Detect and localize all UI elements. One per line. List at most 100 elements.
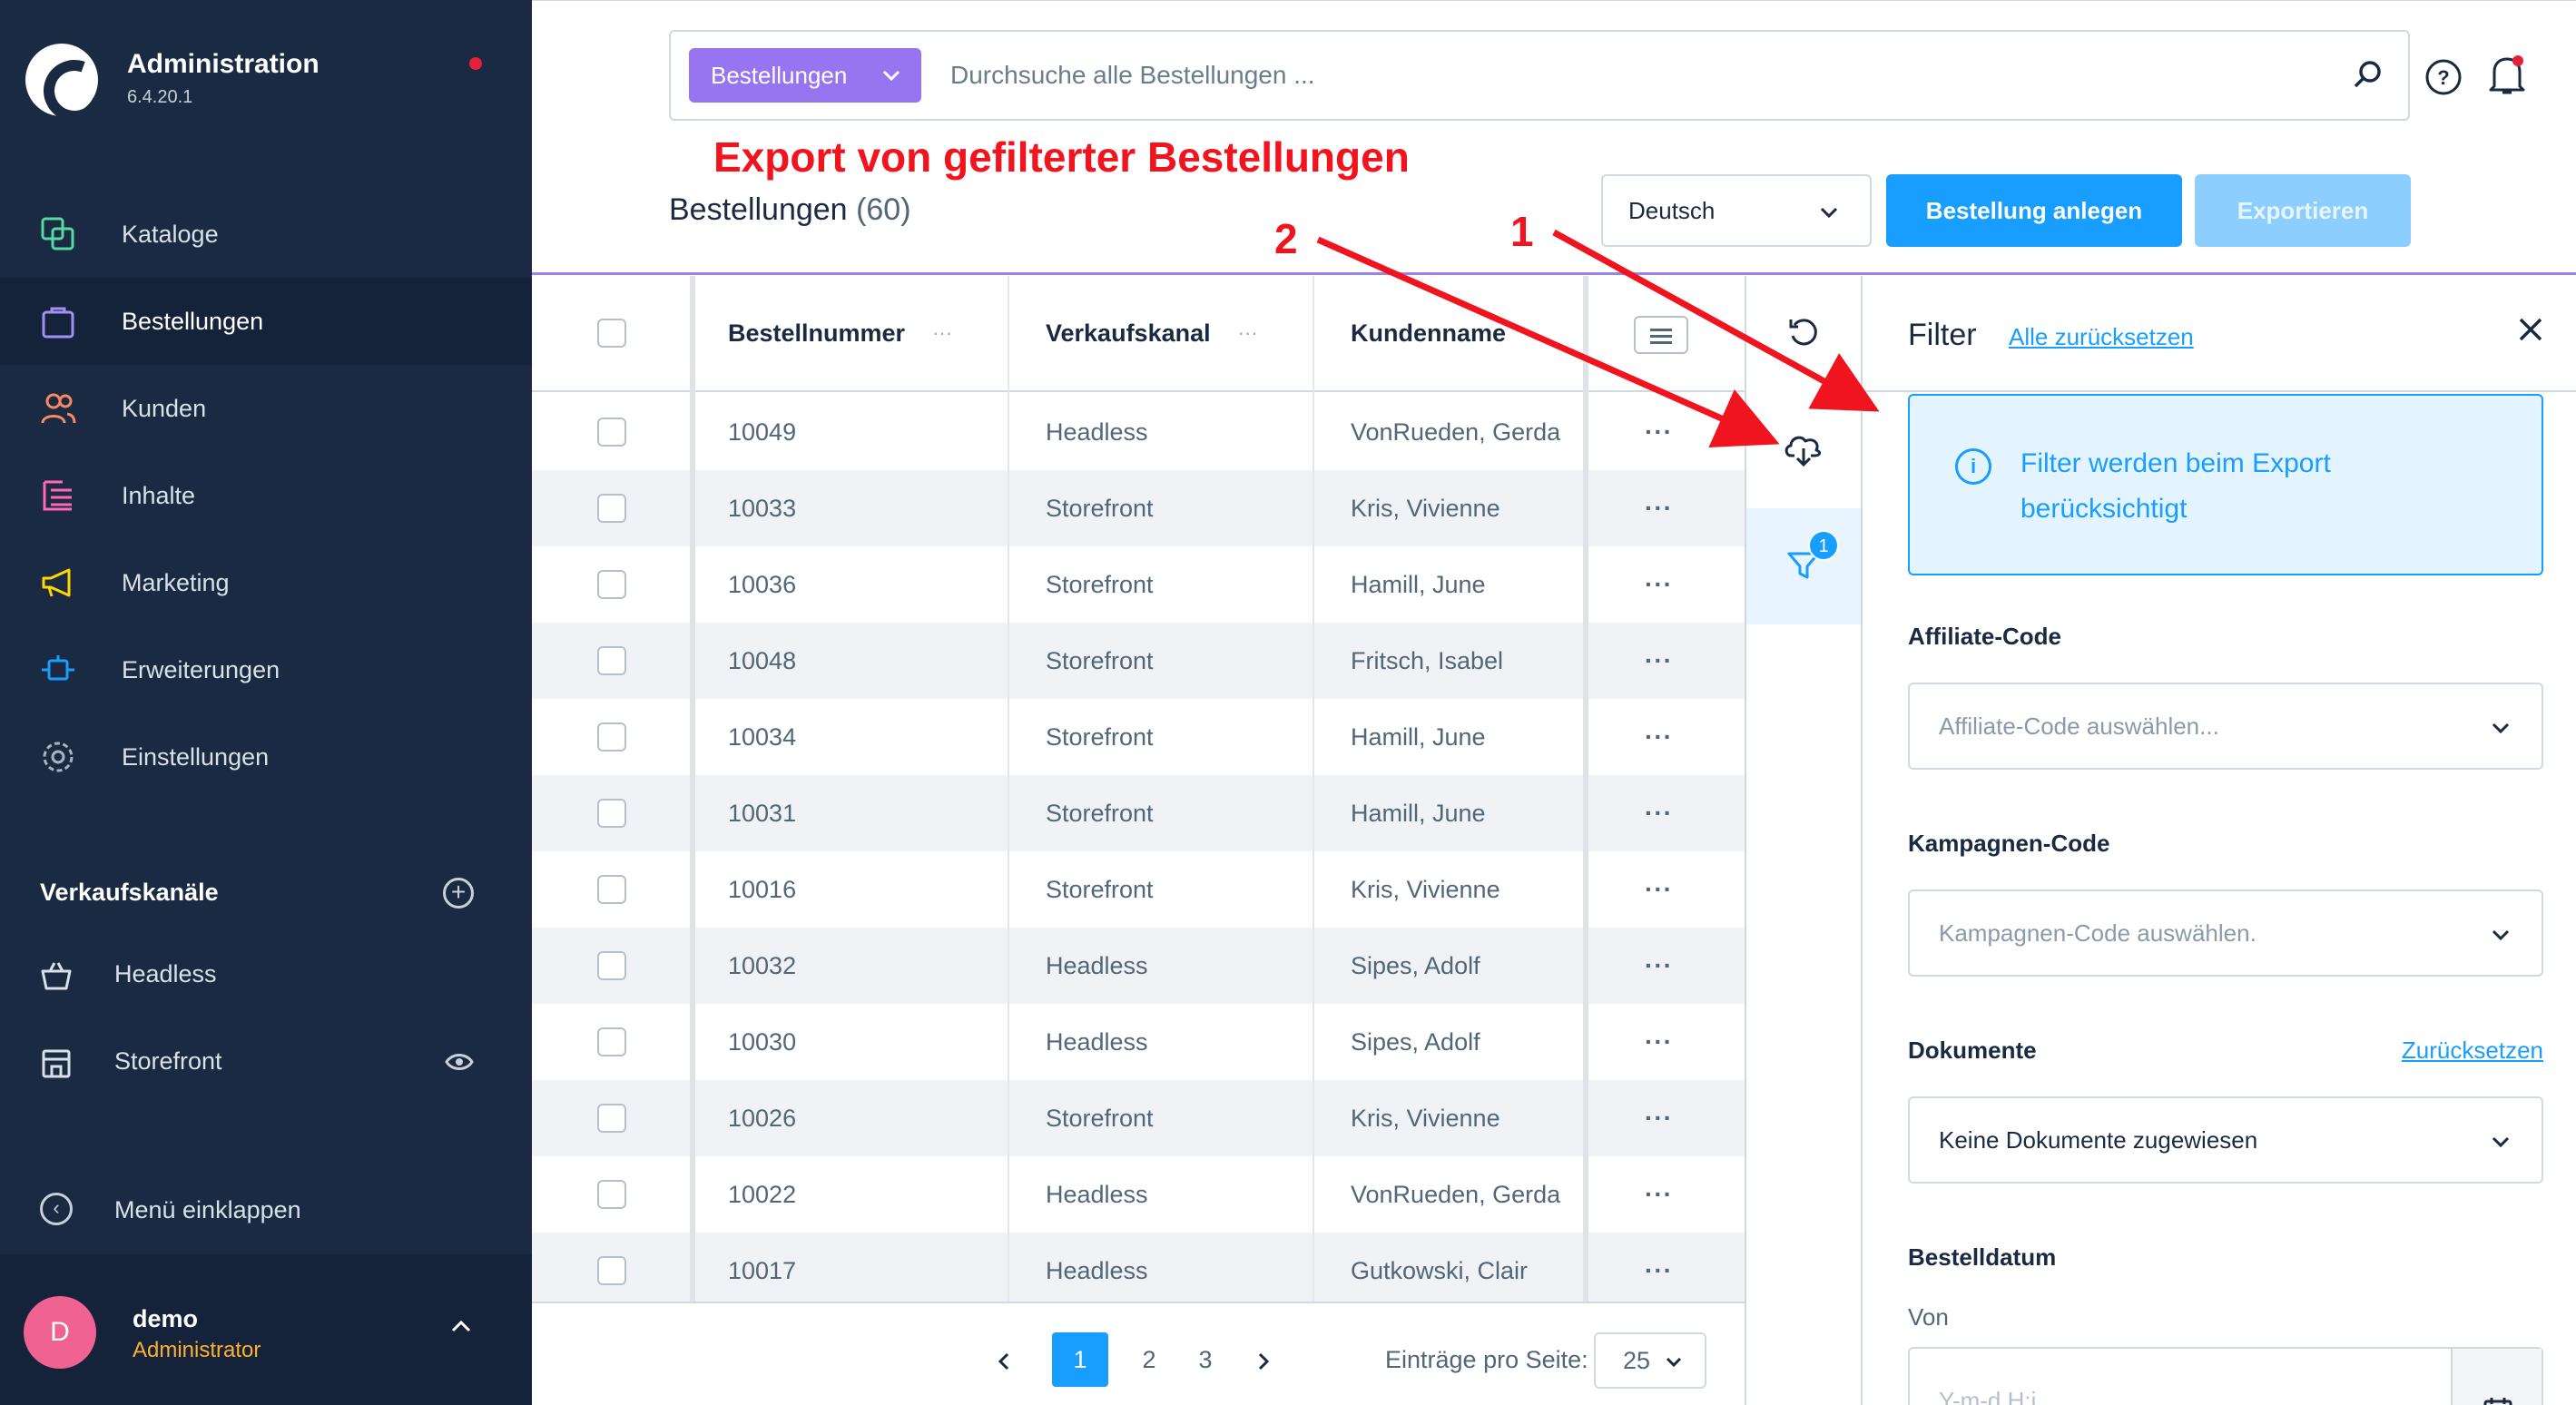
prev-page-button[interactable] (986, 1332, 1022, 1387)
table-row[interactable]: 10030 Headless Sipes, Adolf ··· (532, 1004, 1745, 1080)
export-cloud-button[interactable] (1746, 392, 1861, 508)
affiliate-code-select[interactable]: Affiliate-Code auswählen... (1908, 683, 2543, 770)
search-type-dropdown[interactable]: Bestellungen (689, 48, 921, 103)
row-actions-icon[interactable]: ··· (1645, 699, 1673, 775)
table-row[interactable]: 10022 Headless VonRueden, Gerda ··· (532, 1156, 1745, 1233)
column-settings-button[interactable] (1634, 316, 1688, 354)
row-checkbox-cell[interactable] (597, 699, 626, 775)
filter-button[interactable]: 1 (1746, 508, 1861, 624)
checkbox[interactable] (597, 1104, 626, 1133)
table-row[interactable]: 10036 Storefront Hamill, June ··· (532, 546, 1745, 623)
row-checkbox-cell[interactable] (597, 546, 626, 623)
nav-item-inhalte[interactable]: Inhalte (0, 452, 532, 539)
order-number-cell[interactable]: 10033 (728, 470, 796, 546)
order-number-cell[interactable]: 10036 (728, 546, 796, 623)
row-actions-icon[interactable]: ··· (1645, 851, 1673, 928)
language-select[interactable]: Deutsch (1601, 174, 1872, 247)
create-order-button[interactable]: Bestellung anlegen (1886, 174, 2182, 247)
row-actions-icon[interactable]: ··· (1645, 1156, 1673, 1233)
user-menu[interactable]: D demo Administrator (0, 1254, 532, 1405)
table-row[interactable]: 10016 Storefront Kris, Vivienne ··· (532, 851, 1745, 928)
row-checkbox-cell[interactable] (597, 1004, 626, 1080)
table-row[interactable]: 10026 Storefront Kris, Vivienne ··· (532, 1080, 1745, 1156)
order-number-cell[interactable]: 10049 (728, 394, 796, 470)
nav-item-erweiterungen[interactable]: Erweiterungen (0, 626, 532, 713)
checkbox[interactable] (597, 1256, 626, 1285)
campaign-code-select[interactable]: Kampagnen-Code auswählen. (1908, 889, 2543, 977)
checkbox[interactable] (597, 494, 626, 523)
order-number-cell[interactable]: 10030 (728, 1004, 796, 1080)
order-number-cell[interactable]: 10034 (728, 699, 796, 775)
documents-select[interactable]: Keine Dokumente zugewiesen (1908, 1096, 2543, 1184)
row-checkbox-cell[interactable] (597, 1156, 626, 1233)
row-actions-icon[interactable]: ··· (1645, 1004, 1673, 1080)
row-actions-icon[interactable]: ··· (1645, 775, 1673, 851)
per-page-select[interactable]: 25 (1594, 1332, 1706, 1389)
table-row[interactable]: 10031 Storefront Hamill, June ··· (532, 775, 1745, 851)
search-icon[interactable] (2350, 57, 2386, 98)
row-checkbox-cell[interactable] (597, 928, 626, 1004)
nav-item-einstellungen[interactable]: Einstellungen (0, 713, 532, 801)
row-checkbox-cell[interactable] (597, 851, 626, 928)
order-number-cell[interactable]: 10031 (728, 775, 796, 851)
page-2-button[interactable]: 2 (1131, 1332, 1167, 1387)
nav-item-bestellungen[interactable]: Bestellungen (0, 278, 532, 365)
nav-item-kunden[interactable]: Kunden (0, 365, 532, 452)
documents-reset-link[interactable]: Zurücksetzen (2402, 1037, 2543, 1065)
select-all-checkbox[interactable] (597, 276, 626, 390)
column-menu-icon[interactable]: ··· (1238, 321, 1258, 345)
checkbox[interactable] (597, 570, 626, 599)
row-checkbox-cell[interactable] (597, 470, 626, 546)
row-actions-icon[interactable]: ··· (1645, 394, 1673, 470)
row-actions-icon[interactable]: ··· (1645, 928, 1673, 1004)
row-actions-icon[interactable]: ··· (1645, 1080, 1673, 1156)
calendar-button[interactable] (2451, 1349, 2542, 1405)
checkbox[interactable] (597, 1180, 626, 1209)
row-actions-icon[interactable]: ··· (1645, 623, 1673, 699)
export-button[interactable]: Exportieren (2195, 174, 2411, 247)
column-menu-icon[interactable]: ··· (932, 321, 952, 345)
table-row[interactable]: 10049 Headless VonRueden, Gerda ··· (532, 394, 1745, 470)
column-header-customer-name[interactable]: Kundenname (1351, 276, 1506, 390)
table-row[interactable]: 10017 Headless Gutkowski, Clair ··· (532, 1233, 1745, 1302)
row-checkbox-cell[interactable] (597, 1233, 626, 1302)
order-number-cell[interactable]: 10017 (728, 1233, 796, 1302)
order-number-cell[interactable]: 10032 (728, 928, 796, 1004)
table-row[interactable]: 10048 Storefront Fritsch, Isabel ··· (532, 623, 1745, 699)
close-icon[interactable] (2516, 312, 2545, 353)
checkbox[interactable] (597, 1027, 626, 1056)
checkbox[interactable] (597, 951, 626, 980)
reset-all-filters-link[interactable]: Alle zurücksetzen (2009, 323, 2194, 351)
page-3-button[interactable]: 3 (1187, 1332, 1224, 1387)
order-number-cell[interactable]: 10048 (728, 623, 796, 699)
nav-item-marketing[interactable]: Marketing (0, 539, 532, 626)
checkbox[interactable] (597, 646, 626, 675)
shopware-logo[interactable] (25, 44, 98, 116)
column-header-order-number[interactable]: Bestellnummer ··· (728, 276, 952, 390)
row-checkbox-cell[interactable] (597, 1080, 626, 1156)
checkbox[interactable] (597, 799, 626, 828)
table-row[interactable]: 10032 Headless Sipes, Adolf ··· (532, 928, 1745, 1004)
collapse-menu[interactable]: ‹ Menü einklappen (0, 1180, 532, 1243)
checkbox[interactable] (597, 875, 626, 904)
search-input[interactable] (950, 48, 2266, 103)
checkbox[interactable] (597, 722, 626, 752)
add-sales-channel-icon[interactable]: + (443, 878, 474, 909)
next-page-button[interactable] (1245, 1332, 1282, 1387)
table-row[interactable]: 10034 Storefront Hamill, June ··· (532, 699, 1745, 775)
checkbox[interactable] (597, 418, 626, 447)
nav-item-kataloge[interactable]: Kataloge (0, 191, 532, 278)
eye-icon[interactable] (445, 1051, 474, 1077)
help-icon[interactable]: ? (2424, 57, 2463, 102)
chevron-up-icon[interactable] (450, 1314, 472, 1340)
checkbox[interactable] (597, 319, 626, 348)
order-number-cell[interactable]: 10022 (728, 1156, 796, 1233)
refresh-button[interactable] (1746, 276, 1861, 392)
row-actions-icon[interactable]: ··· (1645, 1233, 1673, 1302)
sales-channel-headless[interactable]: Headless (0, 944, 532, 1007)
row-actions-icon[interactable]: ··· (1645, 546, 1673, 623)
table-row[interactable]: 10033 Storefront Kris, Vivienne ··· (532, 470, 1745, 546)
date-from-input[interactable]: Y-m-d H:i (1908, 1347, 2543, 1405)
order-number-cell[interactable]: 10016 (728, 851, 796, 928)
row-actions-icon[interactable]: ··· (1645, 470, 1673, 546)
